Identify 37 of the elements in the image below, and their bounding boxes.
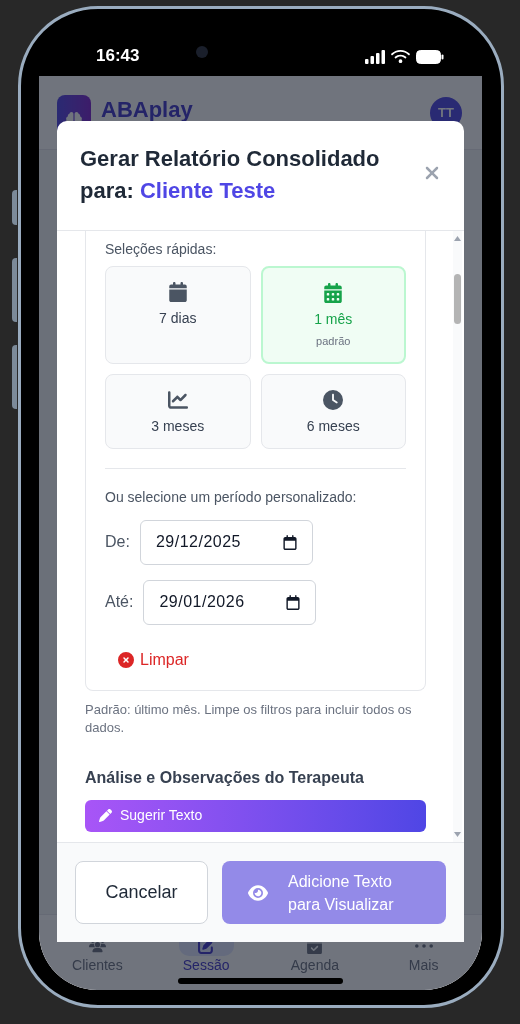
wifi-icon (391, 49, 410, 64)
clear-icon (118, 651, 134, 668)
quick-range-option[interactable]: 6 meses (260, 373, 406, 449)
signal-icon (365, 49, 385, 64)
quick-range-option[interactable]: 3 meses (105, 373, 251, 449)
date-field[interactable]: 29/01/2026 (143, 579, 317, 625)
section-label: Ou selecione um período personalizado: (105, 487, 358, 507)
analysis-heading: Análise e Observações do Terapeuta (85, 767, 365, 788)
clear-button[interactable]: Limpar (118, 647, 189, 672)
default-note: padrão (316, 334, 351, 349)
calendar-icon (286, 594, 301, 610)
pencil-icon (99, 809, 112, 822)
quick-range-option[interactable]: 7 dias (105, 266, 251, 364)
date-field[interactable]: 29/12/2025 (139, 519, 313, 565)
dialog-title: Gerar Relatório Consolidado para: Cliente Teste (80, 145, 381, 205)
section-label: Seleções rápidas: (105, 240, 218, 259)
battery-icon (416, 49, 444, 64)
scrollbar-thumb[interactable] (454, 274, 461, 324)
scroll-down-icon[interactable] (454, 832, 461, 837)
calendar-icon (167, 282, 188, 302)
cancel-button[interactable]: Cancelar (75, 861, 208, 924)
camera (196, 46, 208, 58)
line-chart-icon (167, 389, 188, 410)
eye-icon (248, 882, 268, 903)
date-label: Até: (105, 592, 134, 612)
help-text: Padrão: último mês. Limpe os filtros para incluir todos os dados. (85, 700, 413, 737)
brand-name: ABAplay (101, 96, 194, 123)
calendar-icon (323, 283, 344, 303)
quick-range-option[interactable]: 1 mês padrão (260, 266, 406, 364)
status-time: 16:43 (96, 47, 140, 64)
suggest-text-button[interactable]: Sugerir Texto (85, 799, 426, 832)
date-label: De: (105, 532, 130, 552)
more-icon (414, 944, 433, 948)
calendar-icon (282, 534, 297, 550)
scroll-up-icon[interactable] (454, 236, 461, 241)
clock-icon (323, 389, 344, 410)
scrollbar[interactable] (453, 231, 462, 842)
